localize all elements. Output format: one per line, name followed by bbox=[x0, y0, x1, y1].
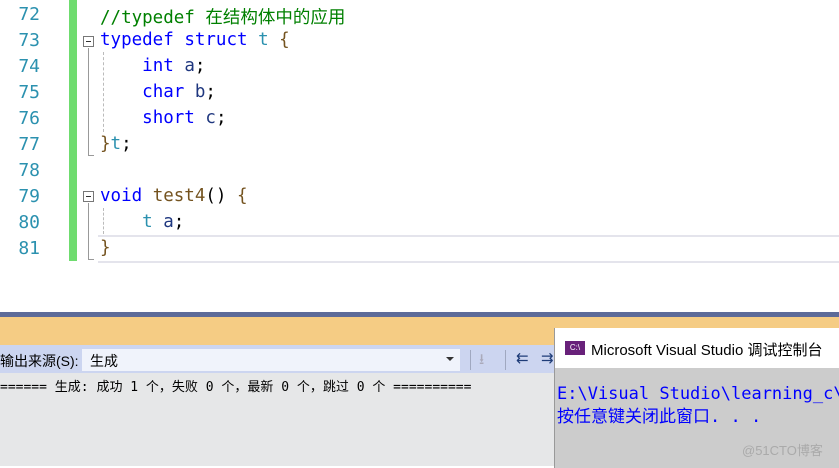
keyword: void bbox=[100, 186, 143, 206]
current-line-highlight bbox=[98, 235, 839, 263]
code-line-75: char b; bbox=[100, 82, 216, 102]
type-name: t bbox=[258, 30, 269, 50]
output-text: ====== 生成: 成功 1 个，失败 0 个，最新 0 个，跳过 0 个 =… bbox=[0, 380, 472, 395]
fold-guide-end bbox=[88, 155, 94, 156]
collapse-icon[interactable] bbox=[83, 191, 94, 202]
brace: } bbox=[100, 134, 111, 154]
comment: //typedef 在结构体中的应用 bbox=[100, 8, 346, 28]
previous-message-icon[interactable]: ⇇ bbox=[516, 349, 529, 367]
change-margin bbox=[69, 0, 77, 261]
line-number: 72 bbox=[18, 4, 40, 25]
collapse-icon[interactable] bbox=[83, 36, 94, 47]
semicolon: ; bbox=[205, 82, 216, 102]
line-number: 78 bbox=[18, 160, 40, 181]
line-number: 74 bbox=[18, 56, 40, 77]
code-line-77: }t; bbox=[100, 134, 132, 154]
variable: a bbox=[184, 56, 195, 76]
chevron-down-icon bbox=[446, 357, 454, 361]
keyword: short bbox=[142, 108, 195, 128]
line-number: 79 bbox=[18, 186, 40, 207]
code-line-72: //typedef 在结构体中的应用 bbox=[100, 4, 345, 29]
console-line: E:\Visual Studio\learning_c\ bbox=[557, 384, 839, 404]
code-line-80: t a; bbox=[100, 212, 184, 232]
code-line-73: typedef struct t { bbox=[100, 30, 290, 50]
console-line: 按任意键关闭此窗口. . . bbox=[557, 407, 762, 427]
brace: { bbox=[279, 30, 290, 50]
next-message-icon[interactable]: ⇉ bbox=[541, 349, 554, 367]
function-name: test4 bbox=[152, 186, 206, 206]
line-number: 75 bbox=[18, 82, 40, 103]
output-source-label: 输出来源(S): bbox=[0, 353, 79, 369]
code-line-74: int a; bbox=[100, 56, 205, 76]
line-number: 73 bbox=[18, 30, 40, 51]
console-app-icon: C:\ bbox=[565, 341, 585, 355]
go-to-location-icon[interactable]: ⭳ bbox=[479, 349, 484, 374]
fold-guide-end bbox=[88, 259, 94, 260]
console-title: Microsoft Visual Studio 调试控制台 bbox=[591, 342, 823, 359]
line-number: 76 bbox=[18, 108, 40, 129]
keyword: int bbox=[142, 56, 174, 76]
keyword: char bbox=[142, 82, 185, 102]
line-number: 80 bbox=[18, 212, 40, 233]
semicolon: ; bbox=[194, 56, 206, 76]
variable: c bbox=[205, 108, 216, 128]
semicolon: ; bbox=[215, 108, 227, 128]
variable: a bbox=[163, 212, 174, 232]
parens: () bbox=[205, 186, 227, 206]
console-title-bar[interactable]: C:\ Microsoft Visual Studio 调试控制台 bbox=[555, 328, 839, 368]
line-number: 77 bbox=[18, 134, 40, 155]
code-editor[interactable]: 72 73 74 75 76 77 78 79 80 81 //typedef … bbox=[0, 0, 839, 312]
output-source-value: 生成 bbox=[90, 353, 118, 369]
keyword: typedef bbox=[100, 30, 174, 50]
code-line-81: } bbox=[100, 238, 111, 258]
code-line-76: short c; bbox=[100, 108, 226, 128]
line-number: 81 bbox=[18, 238, 40, 259]
code-line-79: void test4() { bbox=[100, 186, 248, 206]
fold-guide bbox=[88, 203, 89, 259]
variable: b bbox=[194, 82, 206, 102]
type-name: t bbox=[142, 212, 153, 232]
brace: } bbox=[100, 238, 111, 258]
brace: { bbox=[237, 186, 248, 206]
toolbar-separator bbox=[505, 350, 506, 370]
keyword: struct bbox=[184, 30, 248, 50]
toolbar-separator bbox=[470, 350, 471, 370]
fold-guide bbox=[88, 48, 89, 155]
semicolon: ; bbox=[173, 212, 185, 232]
type-name: t bbox=[110, 134, 122, 154]
output-source-select[interactable]: 生成 bbox=[81, 348, 461, 372]
watermark: @51CTO博客 bbox=[742, 443, 823, 458]
semicolon: ; bbox=[121, 134, 132, 154]
